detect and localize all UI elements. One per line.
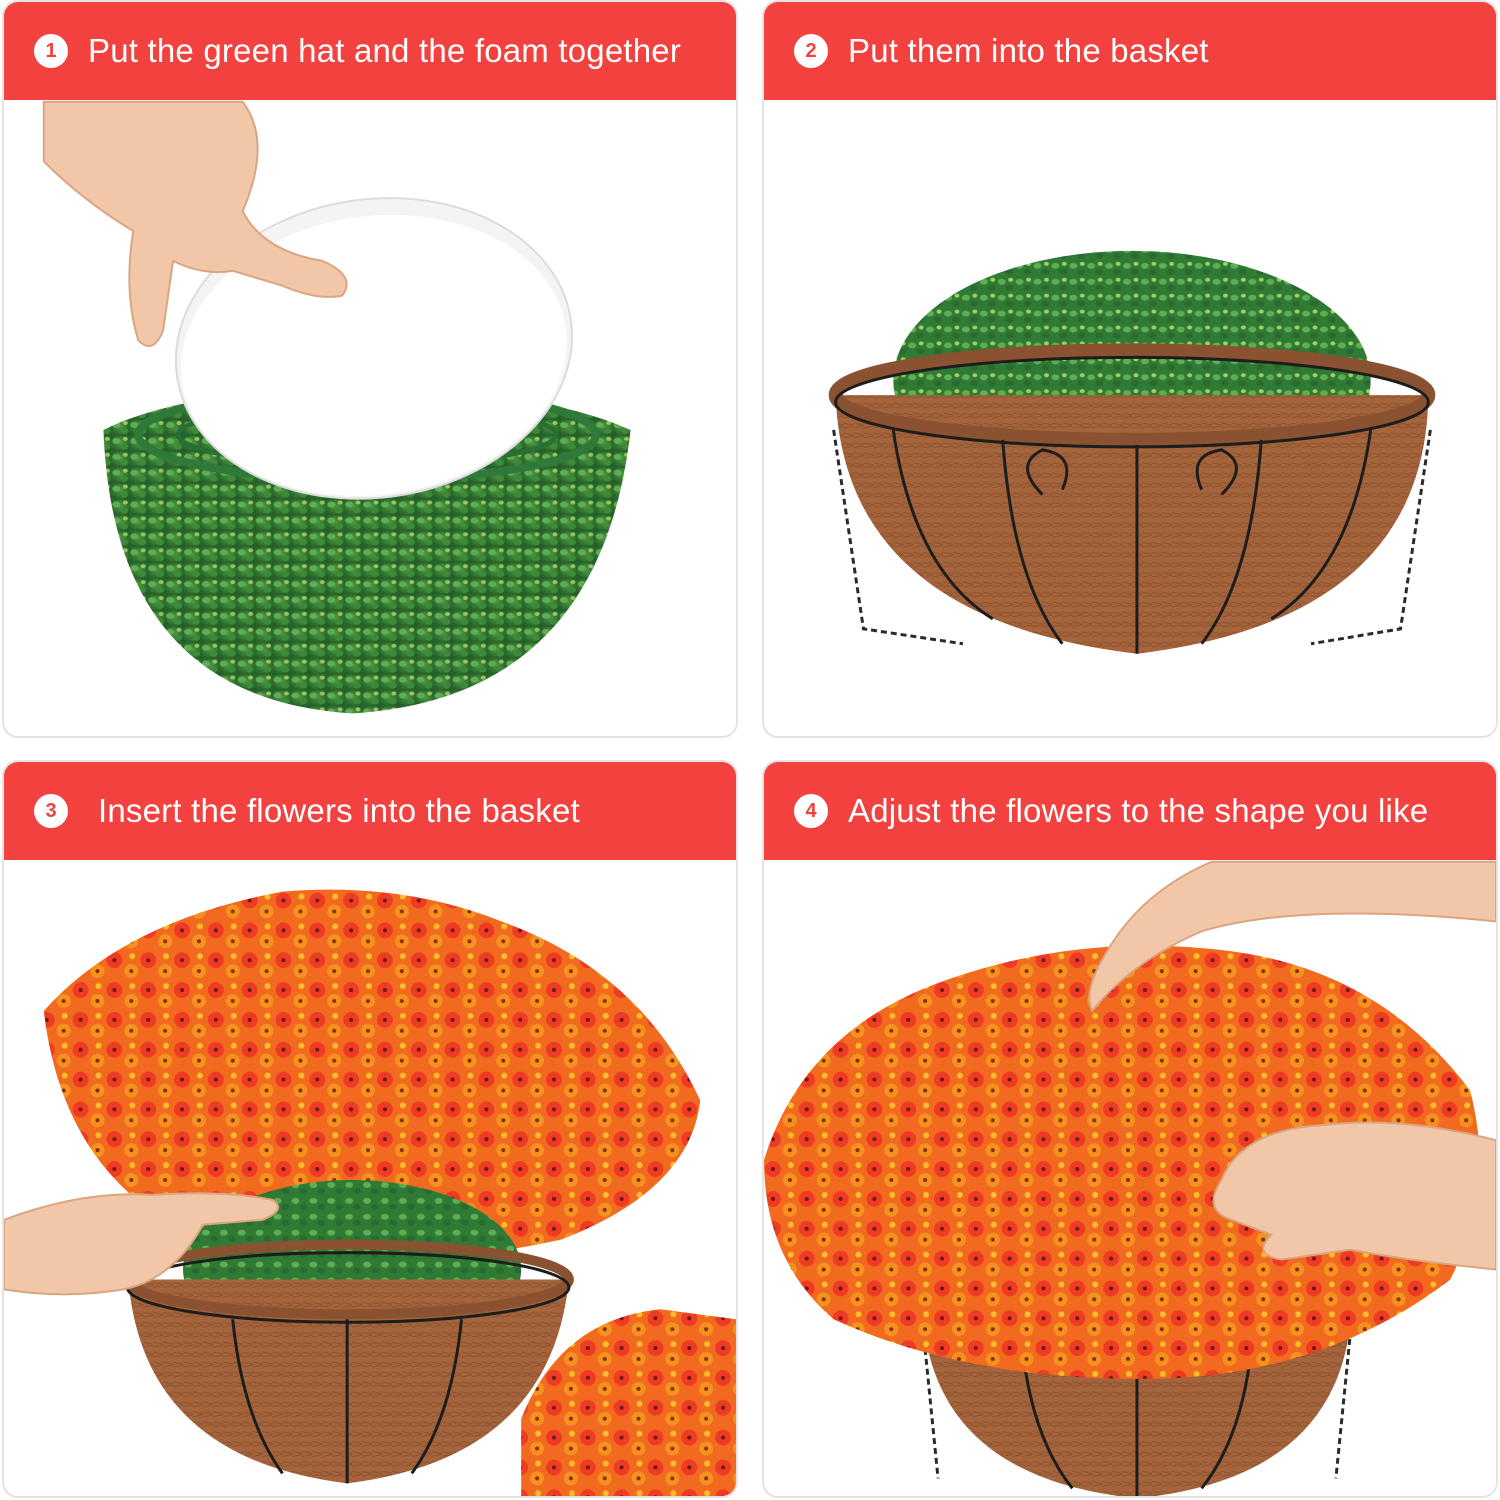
step-3-banner: 3 Insert the flowers into the basket	[4, 762, 736, 860]
step-1-number-badge: 1	[34, 34, 68, 68]
step-3-caption: Insert the flowers into the basket	[98, 792, 580, 829]
step-3-photo	[4, 860, 736, 1496]
step-2-banner: 2 Put them into the basket	[764, 2, 1496, 100]
coir-basket	[122, 1239, 574, 1484]
step-2-number-badge: 2	[794, 34, 828, 68]
step-1-panel: 1 Put the green hat and the foam togethe…	[2, 0, 738, 738]
step-1-photo	[4, 100, 736, 736]
step-4-number-badge: 4	[794, 794, 828, 828]
step-3-number-badge: 3	[34, 794, 68, 828]
step-4-caption: Adjust the flowers to the shape you like	[848, 792, 1429, 829]
step-2-panel: 2 Put them into the basket	[762, 0, 1498, 738]
step-4-photo	[764, 860, 1496, 1496]
step-2-photo	[764, 100, 1496, 736]
coir-basket	[828, 343, 1436, 654]
step-1-caption: Put the green hat and the foam together	[88, 32, 682, 69]
step-3-panel: 3 Insert the flowers into the basket	[2, 760, 738, 1498]
step-2-caption: Put them into the basket	[848, 32, 1209, 69]
step-1-banner: 1 Put the green hat and the foam togethe…	[4, 2, 736, 100]
step-4-banner: 4 Adjust the flowers to the shape you li…	[764, 762, 1496, 860]
step-4-panel: 4 Adjust the flowers to the shape you li…	[762, 760, 1498, 1498]
